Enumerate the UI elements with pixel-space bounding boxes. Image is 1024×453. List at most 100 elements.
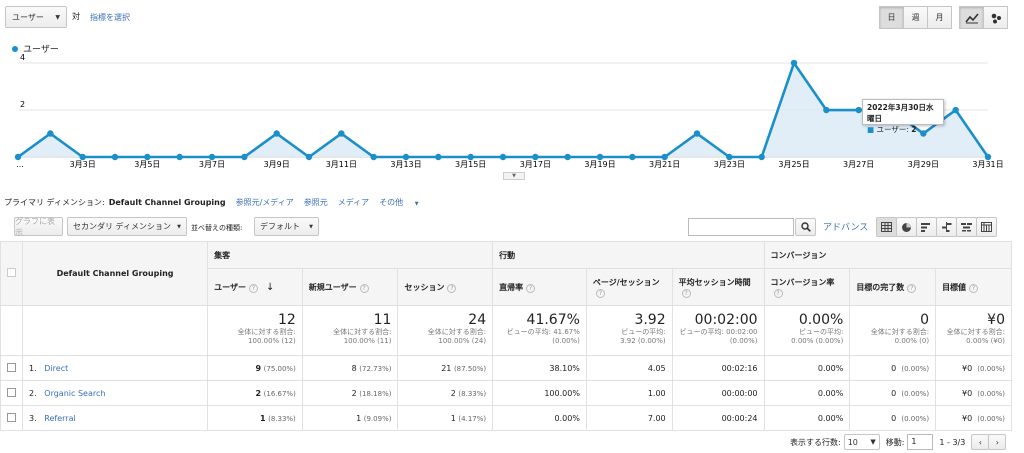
metric-header-users[interactable]: ユーザー? ↓ [207, 268, 303, 306]
help-icon[interactable]: ? [773, 288, 783, 298]
totals-sub: ビューの平均: 41.67% [506, 328, 580, 336]
metric-header-conversion-rate[interactable]: コンバージョン率? [763, 268, 851, 306]
pie-chart-icon[interactable] [896, 217, 917, 237]
dimension-header[interactable]: Default Channel Grouping [21, 241, 209, 306]
row-checkbox[interactable] [7, 362, 16, 372]
vs-label: 対 [72, 12, 80, 21]
period-day-button[interactable]: 日 [879, 6, 904, 29]
cell-new-users: 2 [351, 388, 357, 398]
data-point [564, 153, 571, 161]
y-tick-label: 2 [20, 100, 25, 109]
metric-header-users-label: ユーザー [214, 282, 246, 292]
cell-goal-value-wrap: ¥0 (0.00%) [935, 355, 1012, 381]
metric-header-goal-value[interactable]: 目標値? [935, 268, 1012, 306]
x-tick-label: 3月13日 [390, 160, 421, 169]
prev-page-icon[interactable]: ‹ [971, 434, 990, 450]
totals-value: 0.00% [798, 312, 844, 328]
table-search-input[interactable] [688, 218, 794, 236]
help-icon[interactable]: ? [447, 283, 457, 293]
help-icon[interactable]: ? [526, 283, 536, 293]
x-tick-label: 3月11日 [326, 160, 357, 169]
dimension-source-medium[interactable]: 参照元/メディア [236, 197, 294, 208]
data-point [47, 130, 54, 137]
comparison-icon[interactable] [936, 217, 957, 237]
dimension-other[interactable]: その他 ▼ [379, 197, 428, 208]
cell-goal-value-wrap: ¥0 (0.00%) [935, 405, 1012, 431]
totals-sub: (0.00%) [729, 337, 758, 345]
sort-type-label: 並べ替えの種類: [191, 224, 243, 232]
cell-avg-duration: 00:00:24 [721, 413, 758, 423]
cell-sessions: 1 [450, 413, 456, 423]
search-icon[interactable] [795, 218, 816, 236]
totals-sub: ビューの平均: [798, 328, 844, 336]
metric-header-sessions[interactable]: セッション? [397, 268, 494, 306]
sort-type-value: デフォルト [260, 222, 300, 231]
row-channel-link[interactable]: Direct [44, 364, 68, 373]
chart-collapse-handle[interactable]: ▼ [503, 172, 525, 180]
pagination-bar: 表示する行数: 10 ▼ 移動: 1 1 - 3/3 ‹ › [790, 434, 1007, 450]
term-cloud-icon[interactable] [956, 217, 977, 237]
data-point [111, 153, 119, 161]
metric-select[interactable]: ユーザー ▼ [5, 6, 67, 28]
cell-new-users: 1 [356, 413, 362, 423]
x-tick-label: 3月19日 [584, 160, 615, 169]
cell-goal-value: ¥0 [962, 363, 973, 373]
x-tick-label: 3月27日 [843, 160, 874, 169]
secondary-dimension-select[interactable]: セカンダリ ディメンション ▼ [67, 217, 187, 236]
rows-per-page-select[interactable]: 10 ▼ [843, 434, 880, 450]
row-checkbox[interactable] [7, 387, 16, 397]
tooltip-value: 2 [911, 125, 917, 134]
help-icon[interactable]: ? [595, 288, 605, 298]
next-page-icon[interactable]: › [988, 434, 1007, 450]
x-tick-label: 3月31日 [972, 160, 1003, 169]
tooltip-date: 2022年3月30日水曜日 [867, 103, 934, 123]
help-icon[interactable]: ? [969, 283, 979, 293]
help-icon[interactable]: ? [907, 283, 917, 293]
pivot-table-icon[interactable] [976, 217, 997, 237]
totals-cell-bounce-rate: 41.67% ビューの平均: 41.67% (0.00%) [492, 305, 587, 356]
row-channel-link[interactable]: Referral [44, 414, 75, 423]
select-all-checkbox[interactable] [7, 268, 16, 277]
help-icon[interactable]: ? [681, 288, 691, 298]
row-channel-link[interactable]: Organic Search [44, 389, 105, 398]
cell-goal-value-pct: (0.00%) [977, 389, 1005, 398]
totals-sub: 0.00% (¥0) [966, 337, 1005, 345]
cell-pages-per-session: 4.05 [647, 363, 666, 373]
data-point [823, 106, 830, 114]
cell-users-pct: (8.33%) [268, 414, 296, 423]
dimension-default-channel[interactable]: Default Channel Grouping [109, 198, 226, 207]
metric-header-avg-duration[interactable]: 平均セッション時間? [671, 268, 765, 306]
advanced-filter-link[interactable]: アドバンス [823, 220, 868, 233]
line-chart-icon[interactable] [959, 6, 984, 29]
data-point [370, 153, 377, 161]
totals-sub: 全体に対する割合: [237, 328, 296, 336]
dimension-medium[interactable]: メディア [338, 197, 369, 208]
period-week-button[interactable]: 週 [903, 6, 928, 29]
totals-sub: ビューの平均: 00:02:00 [679, 328, 758, 336]
cell-sessions-pct: (4.17%) [458, 414, 487, 423]
metric-header-goal-completions[interactable]: 目標の完了数? [849, 268, 937, 306]
cell-cr-wrap: 0.00% [763, 405, 851, 431]
motion-chart-icon[interactable] [983, 6, 1008, 29]
metric-header-pages-per-session-label: ページ/セッション [592, 277, 660, 287]
data-point [629, 153, 636, 161]
row-checkbox[interactable] [7, 412, 16, 422]
metric-header-pages-per-session[interactable]: ページ/セッション? [585, 268, 673, 306]
totals-sub: 100.00% (12) [248, 337, 296, 345]
select-metric-link[interactable]: 指標を選択 [90, 12, 130, 23]
totals-sub: 3.92 (0.00%) [620, 337, 666, 345]
help-icon[interactable]: ? [248, 283, 258, 293]
cell-sessions-pct: (8.33%) [458, 389, 487, 398]
cell-bounce-rate-wrap: 0.00% [492, 405, 587, 431]
plot-rows-button[interactable]: グラフに表示 [14, 217, 63, 237]
totals-sub: (0.00%) [552, 337, 580, 345]
sort-type-select[interactable]: デフォルト ▼ [254, 217, 319, 236]
period-month-button[interactable]: 月 [927, 6, 952, 29]
goto-page-input[interactable]: 1 [907, 434, 934, 450]
table-view-icon[interactable] [876, 217, 897, 237]
dimension-source[interactable]: 参照元 [304, 197, 328, 208]
metric-header-new-users[interactable]: 新規ユーザー? [301, 268, 399, 306]
metric-header-bounce-rate[interactable]: 直帰率? [492, 268, 587, 306]
help-icon[interactable]: ? [359, 283, 369, 293]
performance-bar-icon[interactable] [916, 217, 937, 237]
